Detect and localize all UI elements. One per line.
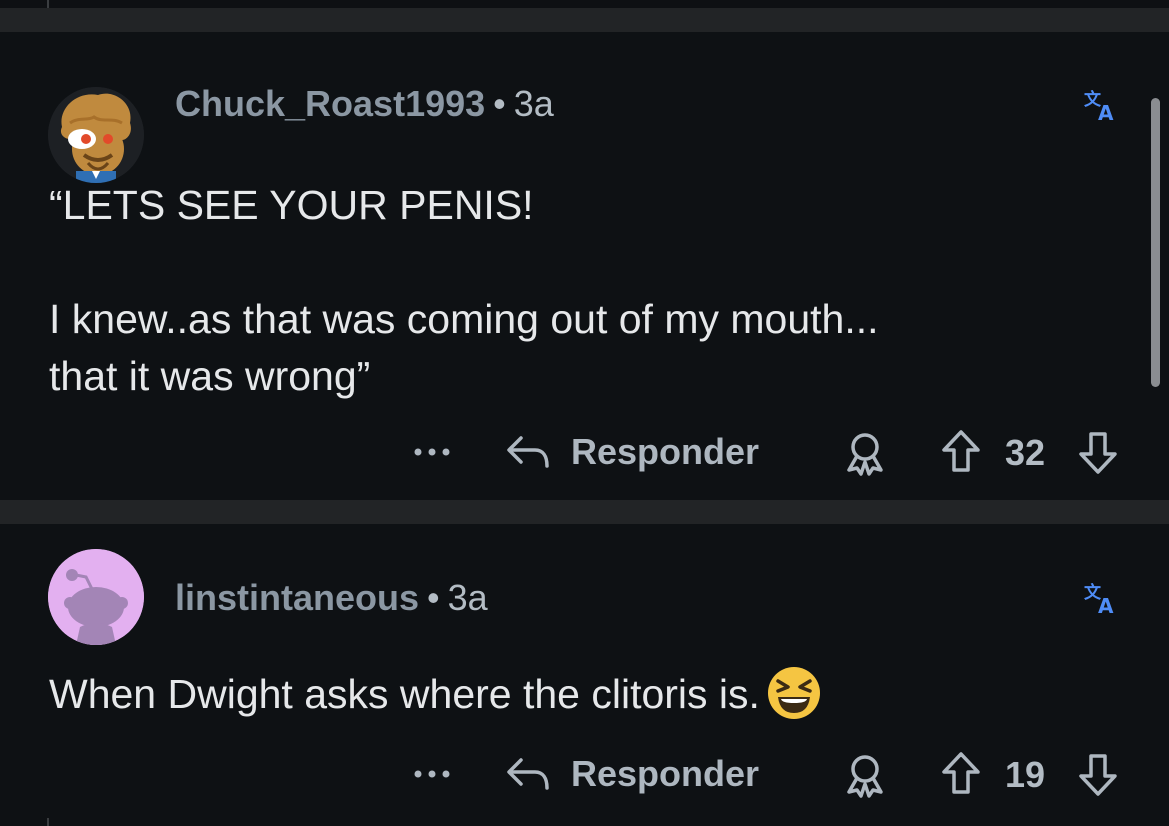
comment-actions: Responder 19	[0, 744, 1169, 804]
award-icon[interactable]	[843, 430, 887, 476]
username-link[interactable]: linstintaneous	[175, 577, 419, 618]
translate-icon[interactable]: 文 A	[1083, 580, 1119, 618]
downvote-icon[interactable]	[1077, 430, 1119, 476]
cartoon-avatar-icon	[48, 87, 144, 183]
comment-body-text: When Dwight asks where the clitoris is.	[49, 671, 760, 717]
reply-label: Responder	[571, 753, 760, 794]
username-link[interactable]: Chuck_Roast1993	[175, 83, 485, 124]
svg-text:A: A	[1098, 101, 1114, 123]
more-options-icon[interactable]	[412, 764, 452, 784]
user-avatar[interactable]	[48, 87, 144, 183]
upvote-icon[interactable]	[940, 428, 982, 474]
reply-button[interactable]: Responder	[505, 428, 759, 476]
top-edge	[0, 0, 1169, 8]
comment-divider	[0, 500, 1169, 524]
comment-divider	[0, 8, 1169, 32]
meta-separator: •	[493, 83, 506, 124]
svg-text:A: A	[1098, 594, 1114, 616]
comment-card: Chuck_Roast1993 • 3a 文 A “LETS SEE YOUR PE…	[0, 32, 1169, 500]
comment-age: 3a	[513, 83, 554, 124]
scrollbar[interactable]	[1151, 98, 1160, 387]
upvote-icon[interactable]	[940, 750, 982, 796]
reply-button[interactable]: Responder	[505, 750, 759, 798]
award-icon[interactable]	[843, 752, 887, 798]
reply-arrow-icon	[507, 436, 549, 468]
comment-meta: linstintaneous • 3a	[175, 577, 488, 619]
comment-body: When Dwight asks where the clitoris is.	[49, 666, 822, 725]
comment-body: “LETS SEE YOUR PENIS! I knew..as that wa…	[49, 182, 879, 399]
comment-card: linstintaneous • 3a 文 A When Dwight asks w…	[0, 524, 1169, 826]
downvote-icon[interactable]	[1077, 752, 1119, 798]
reply-arrow-icon	[507, 758, 549, 790]
vote-score: 32	[1004, 432, 1046, 473]
comment-meta: Chuck_Roast1993 • 3a	[175, 83, 554, 125]
snoo-avatar-icon	[48, 549, 144, 645]
meta-separator: •	[427, 577, 440, 618]
thread-line	[47, 0, 49, 8]
reply-label: Responder	[571, 431, 760, 472]
thread-line	[47, 818, 49, 826]
comment-age: 3a	[447, 577, 488, 618]
translate-icon[interactable]: 文 A	[1083, 87, 1119, 125]
vote-score: 19	[1004, 754, 1046, 795]
user-avatar[interactable]	[48, 549, 144, 645]
comment-actions: Responder 32	[0, 422, 1169, 482]
grinning-squinting-face-emoji	[767, 667, 820, 720]
more-options-icon[interactable]	[412, 442, 452, 462]
